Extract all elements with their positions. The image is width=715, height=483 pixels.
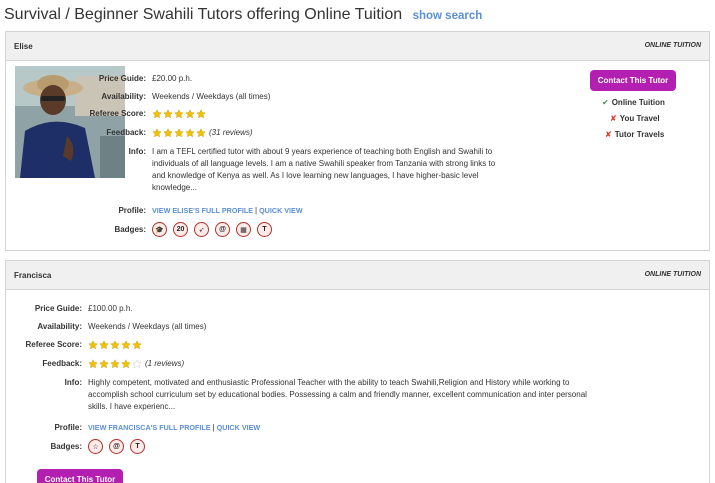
star-empty-icon bbox=[132, 359, 142, 369]
tutor-card-elise: Elise ONLINE TUITION Price Guide: £20.00… bbox=[5, 31, 710, 251]
availability-value: Weekends / Weekdays (all times) bbox=[152, 92, 271, 101]
price-value: £100.00 p.h. bbox=[88, 304, 133, 313]
star-filled-icon bbox=[110, 340, 120, 350]
badges-label: Badges: bbox=[114, 225, 146, 234]
star-filled-icon bbox=[185, 109, 195, 119]
cross-icon: ✘ bbox=[610, 114, 617, 123]
feedback-reviews: (31 reviews) bbox=[209, 128, 253, 137]
quick-view-link[interactable]: QUICK VIEW bbox=[217, 423, 261, 432]
profile-label: Profile: bbox=[118, 206, 146, 215]
star-filled-icon bbox=[152, 128, 162, 138]
t-tutor-icon[interactable]: T bbox=[257, 222, 272, 237]
availability-label: Availability: bbox=[101, 92, 146, 101]
cross-icon: ✘ bbox=[605, 130, 612, 139]
page-title: Survival / Beginner Swahili Tutors offer… bbox=[4, 6, 482, 24]
star-filled-icon bbox=[88, 359, 98, 369]
feedback-stars bbox=[152, 128, 206, 138]
tutor-name: Francisca bbox=[14, 271, 52, 280]
star-filled-icon bbox=[121, 340, 131, 350]
availability-label: Availability: bbox=[37, 322, 82, 331]
feedback-label: Feedback: bbox=[106, 128, 146, 137]
star-filled-icon bbox=[152, 109, 162, 119]
at-sign-icon[interactable]: @ bbox=[109, 439, 124, 454]
contact-tutor-button[interactable]: Contact This Tutor bbox=[37, 469, 123, 483]
feedback-reviews: (1 reviews) bbox=[145, 359, 185, 368]
page-title-text: Survival / Beginner Swahili Tutors offer… bbox=[4, 6, 403, 23]
info-label: Info: bbox=[128, 147, 146, 156]
profile-label: Profile: bbox=[54, 423, 82, 432]
star-filled-icon bbox=[110, 359, 120, 369]
referee-label: Referee Score: bbox=[25, 340, 82, 349]
info-text: I am a TEFL certified tutor with about 9… bbox=[152, 147, 496, 192]
star-filled-icon bbox=[196, 128, 206, 138]
price-value: £20.00 p.h. bbox=[152, 74, 193, 83]
star-filled-icon bbox=[174, 109, 184, 119]
star-filled-icon bbox=[185, 128, 195, 138]
info-text: Highly competent, motivated and enthusia… bbox=[88, 378, 587, 411]
badges-label: Badges: bbox=[50, 442, 82, 451]
star-filled-icon bbox=[88, 340, 98, 350]
star-filled-icon bbox=[121, 359, 131, 369]
referee-label: Referee Score: bbox=[89, 109, 146, 118]
link-separator: | bbox=[212, 423, 215, 432]
badge-list: ☆ @ T bbox=[88, 439, 145, 454]
star-badge-icon[interactable]: ☆ bbox=[88, 439, 103, 454]
calendar-icon[interactable]: ▦ bbox=[236, 222, 251, 237]
star-filled-icon bbox=[163, 109, 173, 119]
link-separator: | bbox=[255, 206, 258, 215]
tutor-card-francisca: Francisca ONLINE TUITION Price Guide: £1… bbox=[5, 260, 710, 483]
show-search-link[interactable]: show search bbox=[413, 10, 483, 22]
star-filled-icon bbox=[99, 359, 109, 369]
feature-label: Online Tuition bbox=[611, 98, 665, 107]
feature-you-travel: ✘ You Travel bbox=[610, 114, 660, 123]
card-header: Elise ONLINE TUITION bbox=[6, 32, 709, 61]
star-filled-icon bbox=[163, 128, 173, 138]
quick-view-link[interactable]: QUICK VIEW bbox=[259, 206, 303, 215]
referee-stars bbox=[88, 340, 142, 350]
feedback-stars bbox=[88, 359, 142, 369]
check-icon: ✔ bbox=[602, 98, 609, 107]
feature-label: Tutor Travels bbox=[614, 130, 665, 139]
card-header: Francisca ONLINE TUITION bbox=[6, 261, 709, 290]
info-label: Info: bbox=[64, 378, 82, 387]
tutor-name: Elise bbox=[14, 42, 33, 51]
star-filled-icon bbox=[99, 340, 109, 350]
tuition-mode-label: ONLINE TUITION bbox=[644, 271, 701, 278]
star-filled-icon bbox=[174, 128, 184, 138]
feature-label: You Travel bbox=[619, 114, 660, 123]
feature-tutor-travels: ✘ Tutor Travels bbox=[605, 130, 664, 139]
price-label: Price Guide: bbox=[98, 74, 146, 83]
view-full-profile-link[interactable]: VIEW FRANCISCA'S FULL PROFILE bbox=[88, 423, 211, 432]
contact-tutor-button[interactable]: Contact This Tutor bbox=[590, 70, 676, 91]
at-sign-icon[interactable]: @ bbox=[215, 222, 230, 237]
availability-value: Weekends / Weekdays (all times) bbox=[88, 322, 207, 331]
price-label: Price Guide: bbox=[34, 304, 82, 313]
feedback-label: Feedback: bbox=[42, 359, 82, 368]
star-filled-icon bbox=[196, 109, 206, 119]
t-tutor-icon[interactable]: T bbox=[130, 439, 145, 454]
graduation-cap-icon[interactable]: 🎓 bbox=[152, 222, 167, 237]
twenty-hours-icon[interactable]: 20 bbox=[173, 222, 188, 237]
rocket-icon[interactable]: ➶ bbox=[194, 222, 209, 237]
feature-online-tuition: ✔ Online Tuition bbox=[602, 98, 665, 107]
badge-list: 🎓 20 ➶ @ ▦ T bbox=[152, 222, 272, 237]
tuition-mode-label: ONLINE TUITION bbox=[644, 42, 701, 49]
star-filled-icon bbox=[132, 340, 142, 350]
view-full-profile-link[interactable]: VIEW ELISE'S FULL PROFILE bbox=[152, 206, 253, 215]
referee-stars bbox=[152, 109, 206, 119]
